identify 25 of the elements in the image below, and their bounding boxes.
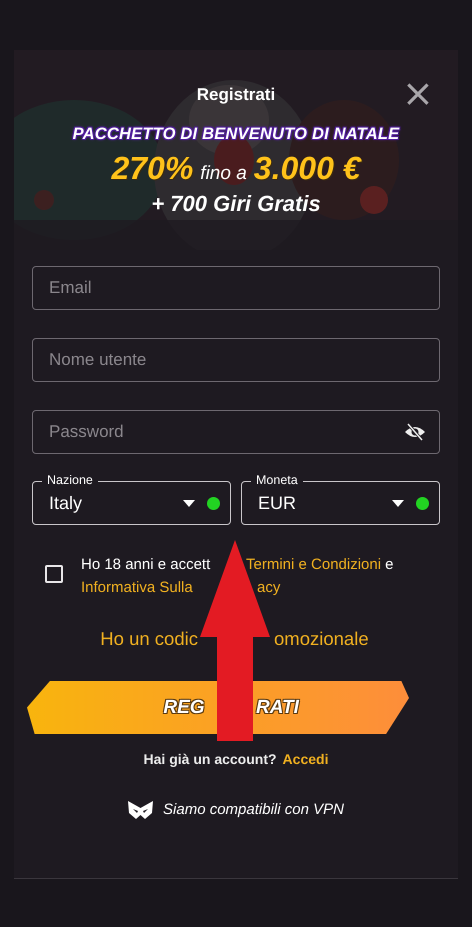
password-field[interactable]: Password [32,410,440,454]
login-link[interactable]: Accedi [282,750,328,768]
promo-code-link[interactable]: omozionale [274,627,369,651]
close-button[interactable]: × [402,78,432,108]
modal-title: Registrati [196,85,276,105]
privacy-link[interactable]: acy [257,576,280,599]
input-field[interactable]: Email [32,266,440,310]
bonus-amount: 3.000 € [254,150,361,187]
caret-icon [183,500,195,506]
free-spins-text: + 700 Giri Gratis [151,191,321,217]
consent-text: Ho 18 anni e accett [81,555,212,575]
terms-link[interactable]: Termini e Condizioni [246,553,382,576]
promo-headline: PACCHETTO DI BENVENUTO DI NATALE [72,125,400,144]
privacy-link[interactable]: Informativa Sulla [81,576,220,599]
consent-text: e [385,555,394,575]
bonus-connector: fino a [200,163,247,185]
promo-code-link[interactable]: Ho un codic [96,627,198,651]
checkbox[interactable] [45,565,63,583]
mask-icon [128,800,154,820]
bonus-percent: 270% [111,150,194,187]
input-field[interactable]: Nome utente [32,338,440,382]
eye-slash-icon[interactable] [404,423,426,441]
caret-icon [392,500,404,506]
login-prompt: Hai già un account? [144,750,277,768]
vpn-note: Siamo compatibili con VPN [163,801,344,819]
